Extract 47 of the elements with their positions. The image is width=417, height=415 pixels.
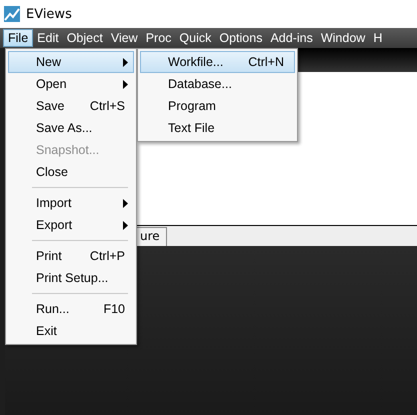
menu-item[interactable]: View — [106, 29, 142, 47]
entry-label: Save As... — [36, 121, 92, 135]
menu-entry[interactable]: Program — [140, 95, 295, 117]
menu-item[interactable]: Window — [316, 29, 370, 47]
shortcut-label: Ctrl+N — [248, 55, 284, 69]
entry-label: Program — [168, 99, 216, 113]
menu-entry[interactable]: New — [8, 51, 134, 73]
menu-entry[interactable]: Export — [8, 214, 134, 236]
menu-entry[interactable]: Import — [8, 192, 134, 214]
menu-entry[interactable]: Print Ctrl+P — [8, 245, 134, 267]
entry-label: New — [36, 55, 62, 69]
menu-item[interactable]: Options — [215, 29, 266, 47]
menu-entry[interactable]: Save As... — [8, 117, 134, 139]
menu-item[interactable]: Object — [62, 29, 107, 47]
entry-label: Save — [36, 99, 64, 113]
entry-label: Database... — [168, 77, 232, 91]
menu-entry[interactable]: Save Ctrl+S — [8, 95, 134, 117]
menu-entry[interactable]: Workfile... Ctrl+N — [140, 51, 295, 73]
window-title: EViews — [26, 6, 72, 22]
entry-label: Close — [36, 165, 68, 179]
menu-item[interactable]: Add-ins — [266, 29, 317, 47]
entry-label: Print Setup... — [36, 271, 108, 285]
shortcut-label: Ctrl+S — [90, 99, 125, 113]
entry-label: Run... — [36, 302, 70, 316]
entry-label: Open — [36, 77, 67, 91]
entry-label: Snapshot... — [36, 143, 100, 157]
entry-label: Workfile... — [168, 55, 224, 69]
entry-label: Print — [36, 249, 62, 263]
menu-entry[interactable]: Text File — [140, 117, 295, 139]
entry-label: Exit — [36, 324, 57, 338]
menu-entry[interactable]: Open — [8, 73, 134, 95]
menu-entry[interactable]: Run... F10 — [8, 298, 134, 320]
menu-item[interactable]: Edit — [33, 29, 63, 47]
menu-item[interactable]: H — [369, 29, 386, 47]
shortcut-label: Ctrl+P — [90, 249, 125, 263]
menu-entry[interactable]: Database... — [140, 73, 295, 95]
entry-label: Import — [36, 196, 72, 210]
entry-label: Export — [36, 218, 72, 232]
menu-item[interactable]: File — [3, 29, 34, 47]
app-icon — [4, 6, 20, 22]
menu-item[interactable]: Proc — [142, 29, 176, 47]
menu-entry[interactable]: Exit — [8, 320, 134, 342]
menu-item[interactable]: Quick — [175, 29, 216, 47]
menu-entry[interactable]: Close — [8, 161, 134, 183]
menu-entry[interactable]: Print Setup... — [8, 267, 134, 289]
entry-label: Text File — [168, 121, 215, 135]
shortcut-label: F10 — [103, 302, 125, 316]
